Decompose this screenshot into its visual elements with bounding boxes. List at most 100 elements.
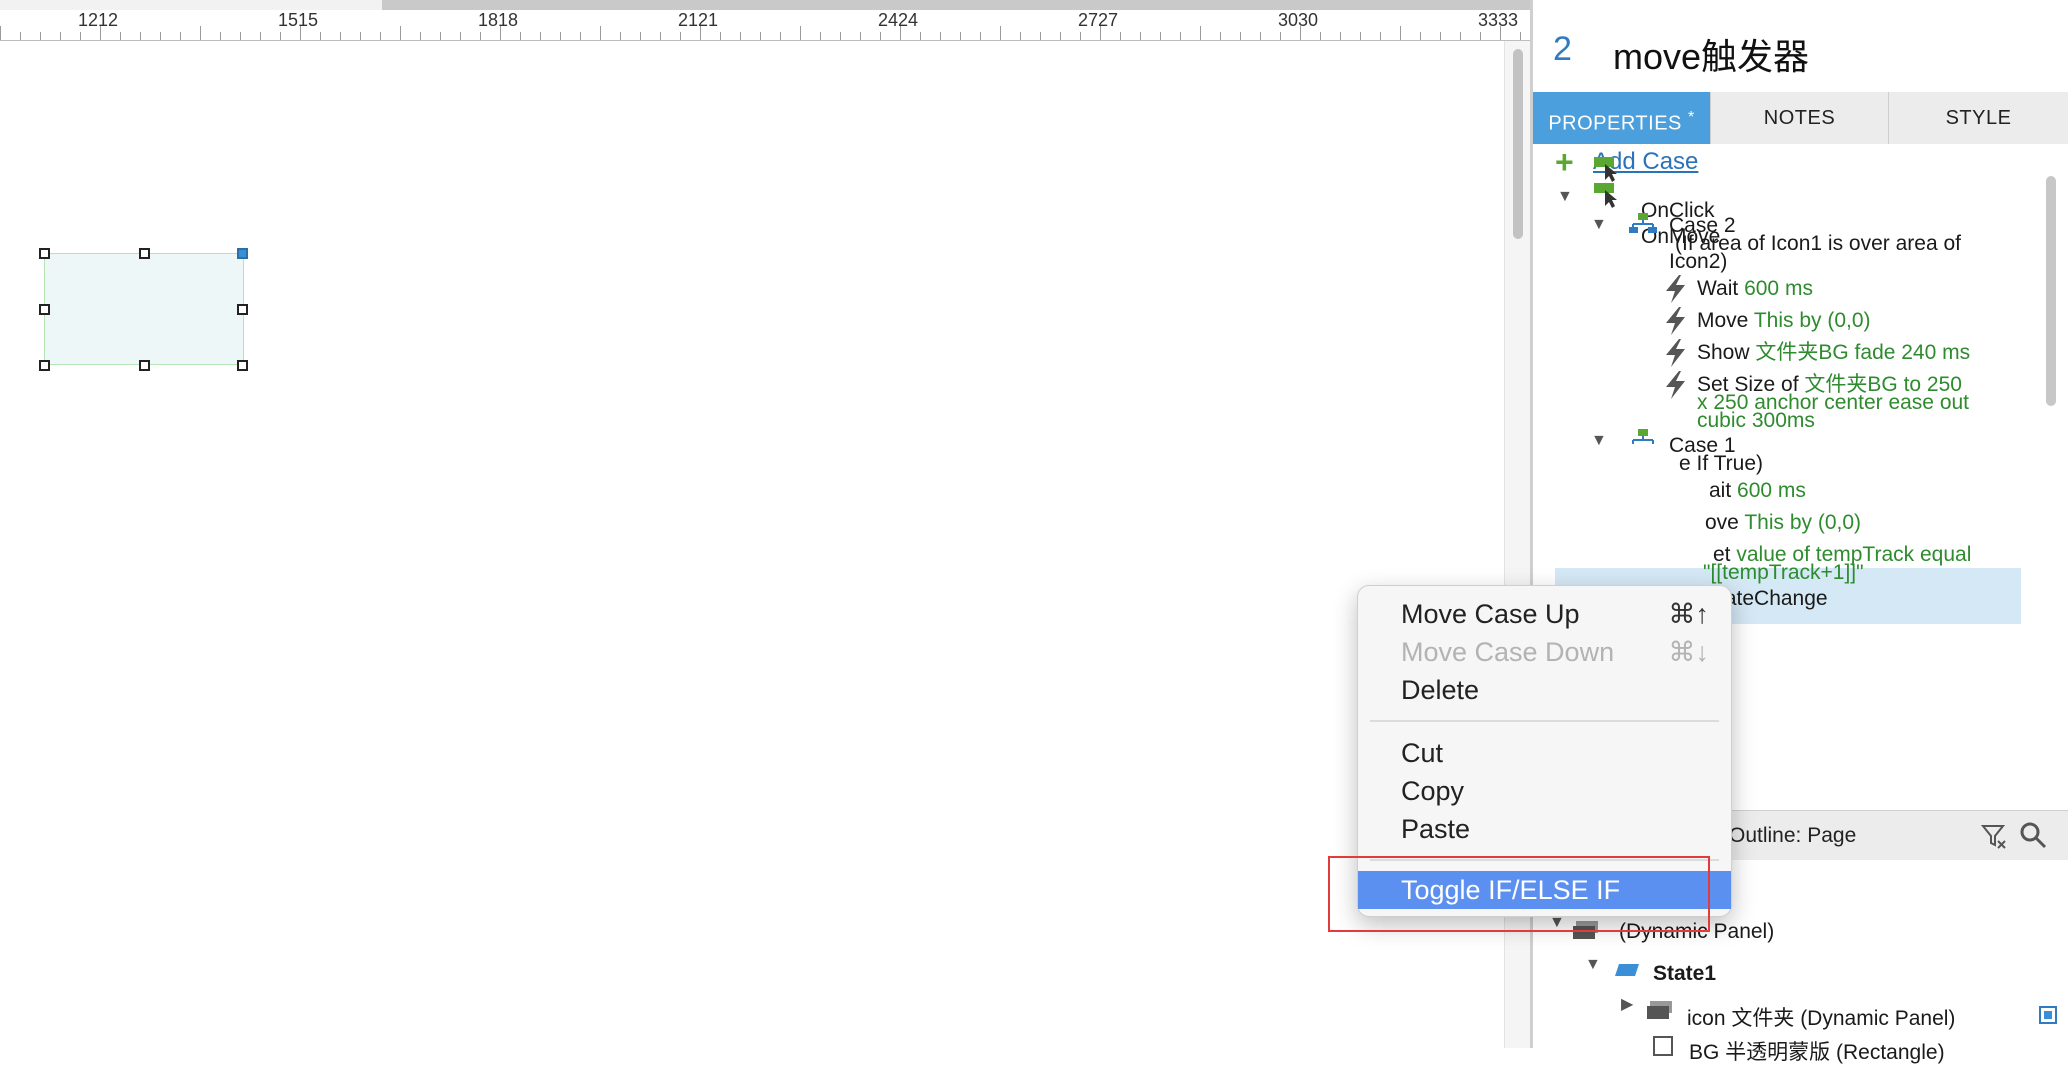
ruler-tick bbox=[940, 32, 941, 40]
resize-handle-sw[interactable] bbox=[39, 360, 50, 371]
case2-action-3[interactable]: Show 文件夹BG fade 240 ms bbox=[1697, 341, 1970, 365]
case2-action-4-line3: cubic 300ms bbox=[1697, 409, 1815, 432]
ruler-tick bbox=[200, 26, 201, 40]
ruler-tick bbox=[240, 32, 241, 40]
collapse-triangle-icon[interactable]: ▼ bbox=[1591, 432, 1607, 450]
ruler-tick bbox=[600, 26, 601, 40]
menu-item-label: Move Case Down bbox=[1401, 637, 1615, 667]
ruler-tick bbox=[1040, 32, 1041, 40]
filter-icon[interactable] bbox=[1981, 823, 2007, 849]
dynamic-panel-icon bbox=[1647, 1001, 1672, 1019]
visibility-toggle-icon[interactable] bbox=[2039, 1006, 2057, 1024]
resize-handle-s[interactable] bbox=[139, 360, 150, 371]
menu-shortcut: ⌘↓ bbox=[1668, 637, 1710, 667]
menu-item-delete[interactable]: Delete bbox=[1358, 671, 1731, 709]
outline-item-bg-rect[interactable]: BG 半透明蒙版 (Rectangle) bbox=[1689, 1036, 1945, 1066]
ruler-tick bbox=[1160, 32, 1161, 40]
case-tree-icon bbox=[1629, 213, 1657, 233]
case2-action-1[interactable]: Wait 600 ms bbox=[1697, 277, 1813, 301]
ruler-tick bbox=[0, 26, 1, 40]
ruler-tick bbox=[980, 32, 981, 40]
menu-item-paste[interactable]: Paste bbox=[1358, 810, 1731, 848]
tab-style-label: STYLE bbox=[1945, 107, 2012, 129]
widget-number: 2 bbox=[1553, 30, 1572, 68]
outline-item-icon-folder[interactable]: icon 文件夹 (Dynamic Panel) bbox=[1687, 1002, 1955, 1032]
add-case-plus-icon[interactable]: + bbox=[1555, 144, 1574, 181]
ruler-tick bbox=[1340, 32, 1341, 40]
menu-item-label: Copy bbox=[1401, 776, 1465, 806]
menu-separator bbox=[1370, 720, 1719, 722]
case1-condition: e If True) bbox=[1679, 452, 1764, 475]
panel-tabs: PROPERTIES * NOTES STYLE bbox=[1533, 92, 2068, 145]
ruler-tick bbox=[20, 32, 21, 40]
annotation-highlight-box bbox=[1328, 856, 1710, 932]
resize-handle-nw[interactable] bbox=[39, 248, 50, 259]
ruler-tick bbox=[1100, 26, 1101, 40]
case1-action-1[interactable]: ait 600 ms bbox=[1709, 479, 1806, 503]
ruler-tick bbox=[640, 32, 641, 40]
action-detail: 600 ms bbox=[1737, 479, 1806, 502]
menu-item-move-case-up[interactable]: Move Case Up ⌘↑ bbox=[1358, 595, 1731, 633]
ruler-tick bbox=[960, 32, 961, 40]
resize-handle-n[interactable] bbox=[139, 248, 150, 259]
ruler-tick bbox=[40, 32, 41, 40]
action-lightning-icon bbox=[1666, 307, 1685, 335]
horizontal-ruler: 1212 1515 1818 2121 2424 2727 3030 3333 bbox=[0, 10, 1530, 41]
case2-condition-line2: Icon2) bbox=[1669, 250, 1728, 273]
event-cursor-icon bbox=[1594, 157, 1617, 182]
ruler-tick bbox=[1420, 32, 1421, 40]
ruler-tick bbox=[860, 32, 861, 40]
case1-action-2[interactable]: ove This by (0,0) bbox=[1705, 511, 1861, 535]
ruler-label: 3333 bbox=[1478, 10, 1519, 30]
tab-properties[interactable]: PROPERTIES * bbox=[1533, 92, 1711, 144]
ruler-label: 1818 bbox=[478, 10, 519, 30]
ruler-tick bbox=[900, 26, 901, 40]
ruler-tick bbox=[1260, 32, 1261, 40]
action-verb: Wait bbox=[1697, 277, 1739, 300]
widget-title-bar: 2 move触发器 bbox=[1533, 0, 2068, 105]
canvas-scroll-thumb[interactable] bbox=[1513, 49, 1523, 239]
ruler-tick bbox=[1080, 32, 1081, 40]
collapse-triangle-icon[interactable]: ▼ bbox=[1591, 216, 1607, 234]
ruler-tick bbox=[400, 26, 401, 40]
ruler-tick bbox=[1380, 32, 1381, 40]
ruler-tick bbox=[220, 32, 221, 40]
menu-item-move-case-down[interactable]: Move Case Down ⌘↓ bbox=[1358, 633, 1731, 671]
ruler-tick bbox=[420, 32, 421, 40]
interactions-scrollbar[interactable] bbox=[2041, 174, 2059, 554]
collapse-triangle-icon[interactable]: ▼ bbox=[1557, 188, 1573, 206]
menu-shortcut: ⌘↑ bbox=[1668, 599, 1710, 629]
tab-notes[interactable]: NOTES bbox=[1711, 92, 1889, 144]
tab-notes-label: NOTES bbox=[1763, 107, 1836, 129]
collapse-triangle-icon[interactable]: ▼ bbox=[1585, 956, 1601, 974]
ruler-label: 2121 bbox=[678, 10, 719, 30]
widget-name[interactable]: move触发器 bbox=[1613, 28, 1809, 80]
ruler-tick bbox=[560, 32, 561, 40]
ruler-tick bbox=[180, 32, 181, 40]
ruler-tick bbox=[1440, 32, 1441, 40]
resize-handle-se[interactable] bbox=[237, 360, 248, 371]
action-verb: ove bbox=[1705, 511, 1739, 534]
resize-handle-e[interactable] bbox=[237, 304, 248, 315]
search-icon[interactable] bbox=[2019, 821, 2047, 849]
tab-style[interactable]: STYLE bbox=[1889, 92, 2068, 144]
rectangle-icon bbox=[1653, 1036, 1673, 1056]
action-detail: This by (0,0) bbox=[1744, 511, 1862, 534]
ruler-tick bbox=[840, 32, 841, 40]
selected-widget[interactable] bbox=[44, 253, 244, 365]
outline-item-state1[interactable]: State1 bbox=[1653, 962, 1716, 986]
widget-badge-icon[interactable] bbox=[237, 248, 248, 259]
case2-action-2[interactable]: Move This by (0,0) bbox=[1697, 309, 1871, 333]
design-canvas[interactable] bbox=[0, 41, 1504, 1048]
menu-item-cut[interactable]: Cut bbox=[1358, 734, 1731, 772]
ruler-tick bbox=[740, 32, 741, 40]
menu-item-copy[interactable]: Copy bbox=[1358, 772, 1731, 810]
ruler-tick bbox=[1360, 32, 1361, 40]
resize-handle-w[interactable] bbox=[39, 304, 50, 315]
action-verb: Move bbox=[1697, 309, 1749, 332]
expand-triangle-icon[interactable]: ▶ bbox=[1621, 994, 1633, 1014]
case-tree-icon bbox=[1632, 429, 1654, 444]
ruler-tick bbox=[1020, 32, 1021, 40]
interactions-scroll-thumb[interactable] bbox=[2046, 176, 2056, 406]
ruler-tick bbox=[440, 32, 441, 40]
